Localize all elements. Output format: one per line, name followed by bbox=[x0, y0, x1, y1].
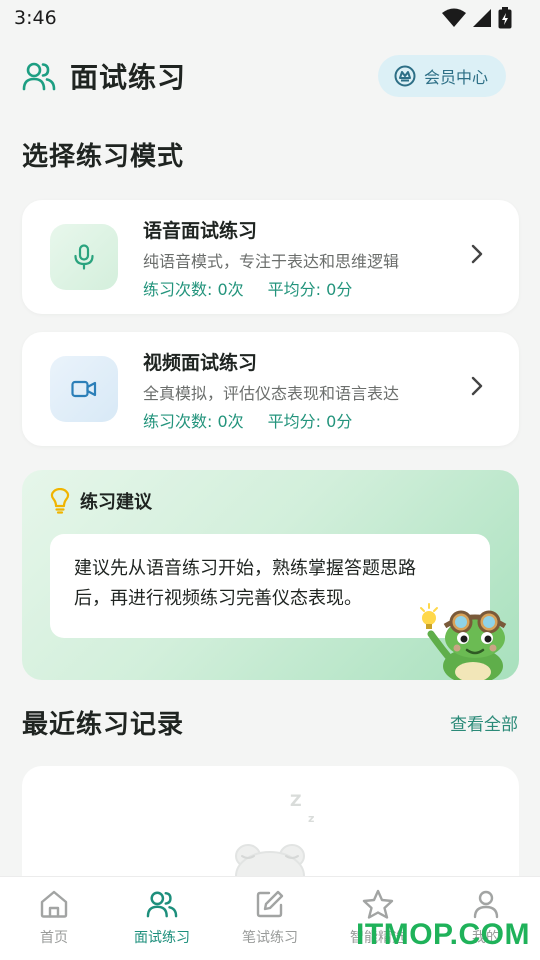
video-practice-count: 练习次数: 0次 bbox=[143, 412, 244, 431]
nav-interview-practice[interactable]: 面试练习 bbox=[108, 877, 216, 960]
nav-interview-practice-label: 面试练习 bbox=[134, 930, 190, 946]
voice-icon-box bbox=[50, 224, 118, 290]
battery-icon bbox=[498, 7, 512, 29]
lightbulb-icon bbox=[50, 488, 70, 514]
recent-records-header: 最近练习记录 查看全部 bbox=[22, 700, 518, 744]
video-average-score: 平均分: 0分 bbox=[267, 412, 353, 431]
wifi-icon bbox=[442, 8, 466, 27]
header-left: 面试练习 bbox=[22, 56, 186, 96]
video-card-title: 视频面试练习 bbox=[143, 352, 258, 374]
signal-icon bbox=[473, 9, 491, 27]
mode-section-title: 选择练习模式 bbox=[22, 142, 185, 172]
star-icon bbox=[362, 889, 394, 919]
member-center-button[interactable]: 会员中心 bbox=[377, 55, 506, 97]
vip-icon bbox=[394, 65, 416, 87]
voice-practice-card[interactable]: 语音面试练习 纯语音模式，专注于表达和思维逻辑 练习次数: 0次 平均分: 0分 bbox=[22, 200, 519, 314]
microphone-icon bbox=[74, 244, 94, 270]
view-all-link[interactable]: 查看全部 bbox=[450, 710, 518, 735]
chevron-right-icon bbox=[471, 376, 483, 396]
recent-records-title: 最近练习记录 bbox=[22, 709, 185, 740]
voice-practice-count: 练习次数: 0次 bbox=[143, 280, 244, 299]
users-icon bbox=[146, 891, 178, 918]
video-icon-box bbox=[50, 356, 118, 422]
video-practice-card[interactable]: 视频面试练习 全真模拟，评估仪态表现和语言表达 练习次数: 0次 平均分: 0分 bbox=[22, 332, 519, 446]
watermark: ITMOP.COM bbox=[356, 918, 530, 951]
edit-icon bbox=[256, 890, 284, 918]
tip-text-line-1: 建议先从语音练习开始，熟练掌握答题思路 bbox=[74, 558, 416, 579]
user-icon bbox=[473, 890, 499, 919]
nav-home[interactable]: 首页 bbox=[0, 877, 108, 960]
svg-text:Z: Z bbox=[290, 792, 302, 810]
nav-written-practice-label: 笔试练习 bbox=[242, 930, 298, 946]
page-title: 面试练习 bbox=[70, 61, 187, 94]
frog-mascot-icon bbox=[420, 603, 507, 680]
voice-card-title: 语音面试练习 bbox=[143, 220, 258, 242]
member-center-label: 会员中心 bbox=[423, 68, 488, 87]
nav-home-label: 首页 bbox=[40, 930, 68, 946]
tip-header: 练习建议 bbox=[50, 488, 152, 514]
users-icon bbox=[22, 62, 56, 91]
header: 面试练习 会员中心 bbox=[22, 50, 506, 102]
chevron-right-icon bbox=[471, 244, 483, 264]
nav-written-practice[interactable]: 笔试练习 bbox=[216, 877, 324, 960]
status-bar: 3:46 bbox=[0, 0, 540, 36]
practice-tip-card: 练习建议 建议先从语音练习开始，熟练掌握答题思路 后，再进行视频练习完善仪态表现… bbox=[22, 470, 519, 680]
home-icon bbox=[40, 890, 68, 918]
status-icons bbox=[442, 7, 512, 29]
tip-title: 练习建议 bbox=[80, 492, 152, 513]
svg-text:z: z bbox=[308, 812, 314, 825]
voice-card-stats: 练习次数: 0次 平均分: 0分 bbox=[143, 276, 352, 300]
video-card-stats: 练习次数: 0次 平均分: 0分 bbox=[143, 408, 352, 432]
voice-card-desc: 纯语音模式，专注于表达和思维逻辑 bbox=[143, 252, 400, 271]
status-time: 3:46 bbox=[14, 7, 57, 29]
tip-text-line-2: 后，再进行视频练习完善仪态表现。 bbox=[74, 588, 362, 609]
video-camera-icon bbox=[71, 380, 97, 398]
video-card-desc: 全真模拟，评估仪态表现和语言表达 bbox=[143, 384, 400, 403]
voice-average-score: 平均分: 0分 bbox=[267, 280, 353, 299]
